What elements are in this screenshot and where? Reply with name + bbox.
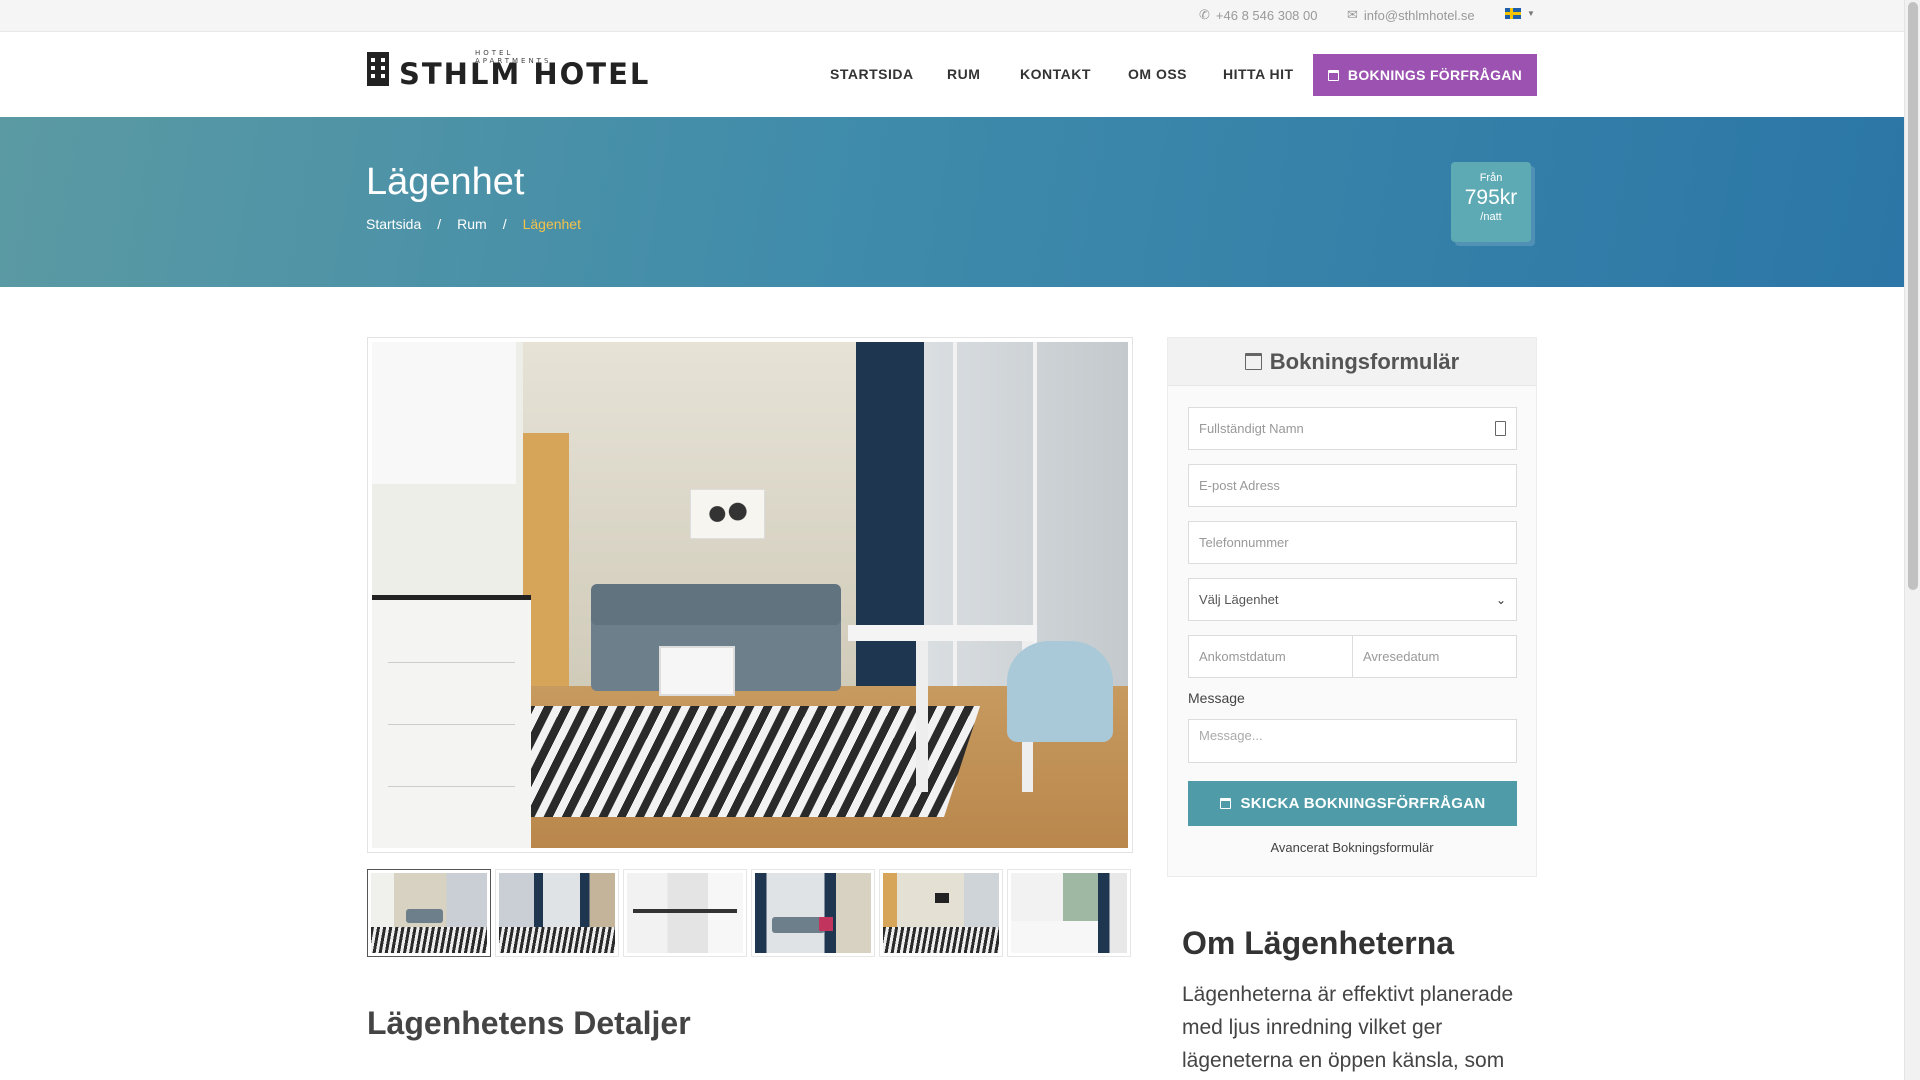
- booking-request-button[interactable]: BOKNINGS FÖRFRÅGAN: [1313, 54, 1537, 96]
- nav-rum[interactable]: RUM: [947, 66, 980, 82]
- phone-contact[interactable]: ✆ +46 8 546 308 00: [1199, 7, 1317, 23]
- booking-form-header: Bokningsformulär: [1168, 338, 1536, 386]
- gallery-thumbnail[interactable]: [623, 869, 747, 957]
- chevron-down-icon: ⌄: [1495, 592, 1506, 607]
- phone-placeholder: Telefonnummer: [1199, 535, 1289, 550]
- gallery-main-image[interactable]: [367, 337, 1133, 853]
- page-hero: Lägenhet Startsida / Rum / Lägenhet Från…: [0, 117, 1904, 287]
- page-title: Lägenhet: [366, 161, 525, 203]
- arrival-date-field[interactable]: Ankomstdatum: [1188, 635, 1353, 678]
- caret-down-icon: ▼: [1527, 9, 1535, 18]
- gallery-thumbnail[interactable]: [367, 869, 491, 957]
- envelope-icon: ✉: [1347, 7, 1358, 22]
- departure-date-placeholder: Avresedatum: [1363, 649, 1440, 664]
- apartment-photo: [372, 342, 1128, 848]
- site-header: HOTEL APARTMENTS STHLM HOTEL STARTSIDA R…: [0, 33, 1904, 117]
- phone-number: +46 8 546 308 00: [1215, 7, 1318, 23]
- send-booking-request-label: SKICKA BOKNINGSFÖRFRÅGAN: [1240, 795, 1486, 812]
- swedish-flag-icon: [1505, 8, 1521, 19]
- email-address: info@sthlmhotel.se: [1363, 7, 1475, 23]
- email-placeholder: E-post Adress: [1199, 478, 1280, 493]
- nav-startsida[interactable]: STARTSIDA: [830, 66, 914, 82]
- calendar-icon: [1244, 353, 1262, 370]
- email-field[interactable]: E-post Adress: [1188, 464, 1517, 507]
- breadcrumb-current: Lägenhet: [522, 216, 581, 232]
- advanced-booking-form-link[interactable]: Avancerat Bokningsformulär: [1168, 840, 1536, 855]
- scrollbar-thumb[interactable]: [1908, 2, 1918, 590]
- message-label: Message: [1188, 690, 1245, 706]
- about-apartments-heading: Om Lägenheterna: [1182, 925, 1455, 961]
- id-card-icon: [1495, 421, 1506, 436]
- nav-om-oss[interactable]: OM OSS: [1128, 66, 1187, 82]
- booking-form: Bokningsformulär Fullständigt Namn E-pos…: [1167, 337, 1537, 877]
- message-placeholder: Message...: [1199, 728, 1263, 743]
- send-booking-request-button[interactable]: SKICKA BOKNINGSFÖRFRÅGAN: [1188, 781, 1517, 826]
- departure-date-field[interactable]: Avresedatum: [1352, 635, 1517, 678]
- full-name-placeholder: Fullständigt Namn: [1199, 421, 1304, 436]
- gallery-thumbnail[interactable]: [495, 869, 619, 957]
- message-textarea[interactable]: Message...: [1188, 719, 1517, 763]
- breadcrumb-startsida[interactable]: Startsida: [366, 216, 421, 232]
- about-apartments-text: Lägenheterna är effektivt planerade med …: [1182, 983, 1514, 1072]
- price-amount: 795kr: [1464, 186, 1518, 209]
- apartment-details-heading: Lägenhetens Detaljer: [367, 1005, 691, 1041]
- calendar-icon: [1327, 69, 1339, 81]
- breadcrumb-separator: /: [502, 216, 507, 232]
- gallery-thumbnails: [367, 869, 1133, 957]
- language-selector[interactable]: ▼: [1505, 8, 1535, 19]
- phone-icon: ✆: [1199, 7, 1210, 22]
- breadcrumb-rum[interactable]: Rum: [457, 216, 487, 232]
- breadcrumb-separator: /: [437, 216, 442, 232]
- gallery-thumbnail[interactable]: [879, 869, 1003, 957]
- gallery-thumbnail[interactable]: [1007, 869, 1131, 957]
- logo-name: STHLM HOTEL: [399, 57, 651, 91]
- price-per: /natt: [1480, 211, 1502, 223]
- phone-field[interactable]: Telefonnummer: [1188, 521, 1517, 564]
- page-scrollbar[interactable]: [1904, 0, 1920, 1080]
- calendar-check-icon: [1219, 798, 1231, 809]
- apartment-select-value: Välj Lägenhet: [1199, 592, 1279, 607]
- apartment-select[interactable]: Välj Lägenhet ⌄: [1188, 578, 1517, 621]
- gallery-thumbnail[interactable]: [751, 869, 875, 957]
- full-name-field[interactable]: Fullständigt Namn: [1188, 407, 1517, 450]
- price-badge: Från 795kr /natt: [1451, 162, 1531, 242]
- breadcrumb: Startsida / Rum / Lägenhet: [366, 216, 581, 232]
- arrival-date-placeholder: Ankomstdatum: [1199, 649, 1286, 664]
- top-bar: ✆ +46 8 546 308 00 ✉ info@sthlmhotel.se …: [0, 0, 1904, 32]
- nav-kontakt[interactable]: KONTAKT: [1020, 66, 1091, 82]
- building-icon: [367, 52, 389, 86]
- email-contact[interactable]: ✉ info@sthlmhotel.se: [1347, 7, 1475, 23]
- booking-request-label: BOKNINGS FÖRFRÅGAN: [1347, 67, 1523, 83]
- nav-hitta-hit[interactable]: HITTA HIT: [1223, 66, 1294, 82]
- site-logo[interactable]: HOTEL APARTMENTS STHLM HOTEL: [367, 49, 648, 91]
- price-from: Från: [1479, 172, 1503, 184]
- booking-form-title: Bokningsformulär: [1269, 348, 1460, 374]
